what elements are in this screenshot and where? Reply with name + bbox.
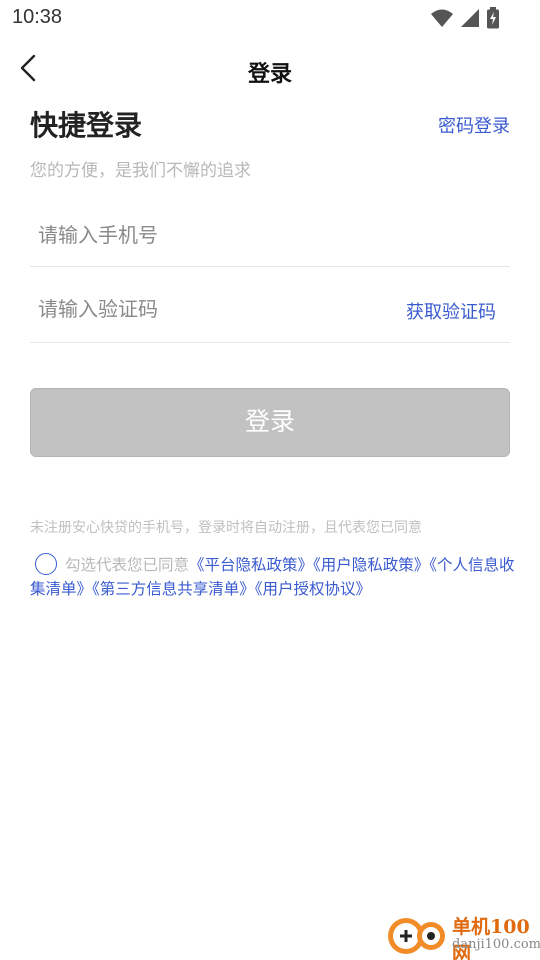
phone-field-row bbox=[30, 204, 510, 267]
status-bar: 10:38 bbox=[0, 0, 540, 36]
code-field-row: 获取验证码 bbox=[30, 278, 510, 343]
get-code-button[interactable]: 获取验证码 bbox=[406, 298, 496, 324]
battery-charging-icon bbox=[487, 7, 499, 29]
password-login-link[interactable]: 密码登录 bbox=[438, 112, 510, 138]
verification-code-input[interactable] bbox=[38, 292, 368, 326]
third-party-sharing-list-link[interactable]: 《第三方信息共享清单》 bbox=[92, 580, 255, 598]
wifi-icon bbox=[431, 9, 453, 27]
agreement-prefix: 勾选代表您已同意 bbox=[65, 556, 190, 574]
login-heading: 快捷登录 bbox=[30, 109, 143, 142]
status-icons bbox=[430, 7, 500, 29]
status-time: 10:38 bbox=[12, 6, 63, 28]
agreement-checkbox[interactable] bbox=[35, 553, 57, 575]
registration-notice: 未注册安心快贷的手机号，登录时将自动注册，且代表您已同意 bbox=[30, 520, 422, 536]
platform-privacy-policy-link[interactable]: 《平台隐私政策》 bbox=[189, 556, 313, 574]
watermark-logo: 单机100网 danji100.com bbox=[386, 910, 540, 960]
cellular-signal-icon bbox=[461, 9, 479, 27]
login-subtitle: 您的方便，是我们不懈的追求 bbox=[30, 161, 251, 181]
user-privacy-policy-link[interactable]: 《用户隐私政策》 bbox=[313, 556, 429, 574]
watermark-url: danji100.com bbox=[452, 937, 540, 952]
watermark-mascot-icon bbox=[388, 918, 445, 954]
nav-bar: 登录 bbox=[0, 44, 540, 96]
phone-input[interactable] bbox=[38, 218, 368, 252]
page-title: 登录 bbox=[247, 62, 292, 87]
agreement-block: 勾选代表您已同意《平台隐私政策》《用户隐私政策》《个人信息收集清单》《第三方信息… bbox=[30, 553, 516, 601]
watermark-name: 单机100网 bbox=[452, 916, 530, 960]
user-authorization-agreement-link[interactable]: 《用户授权协议》 bbox=[255, 580, 371, 598]
login-button[interactable]: 登录 bbox=[30, 388, 510, 457]
